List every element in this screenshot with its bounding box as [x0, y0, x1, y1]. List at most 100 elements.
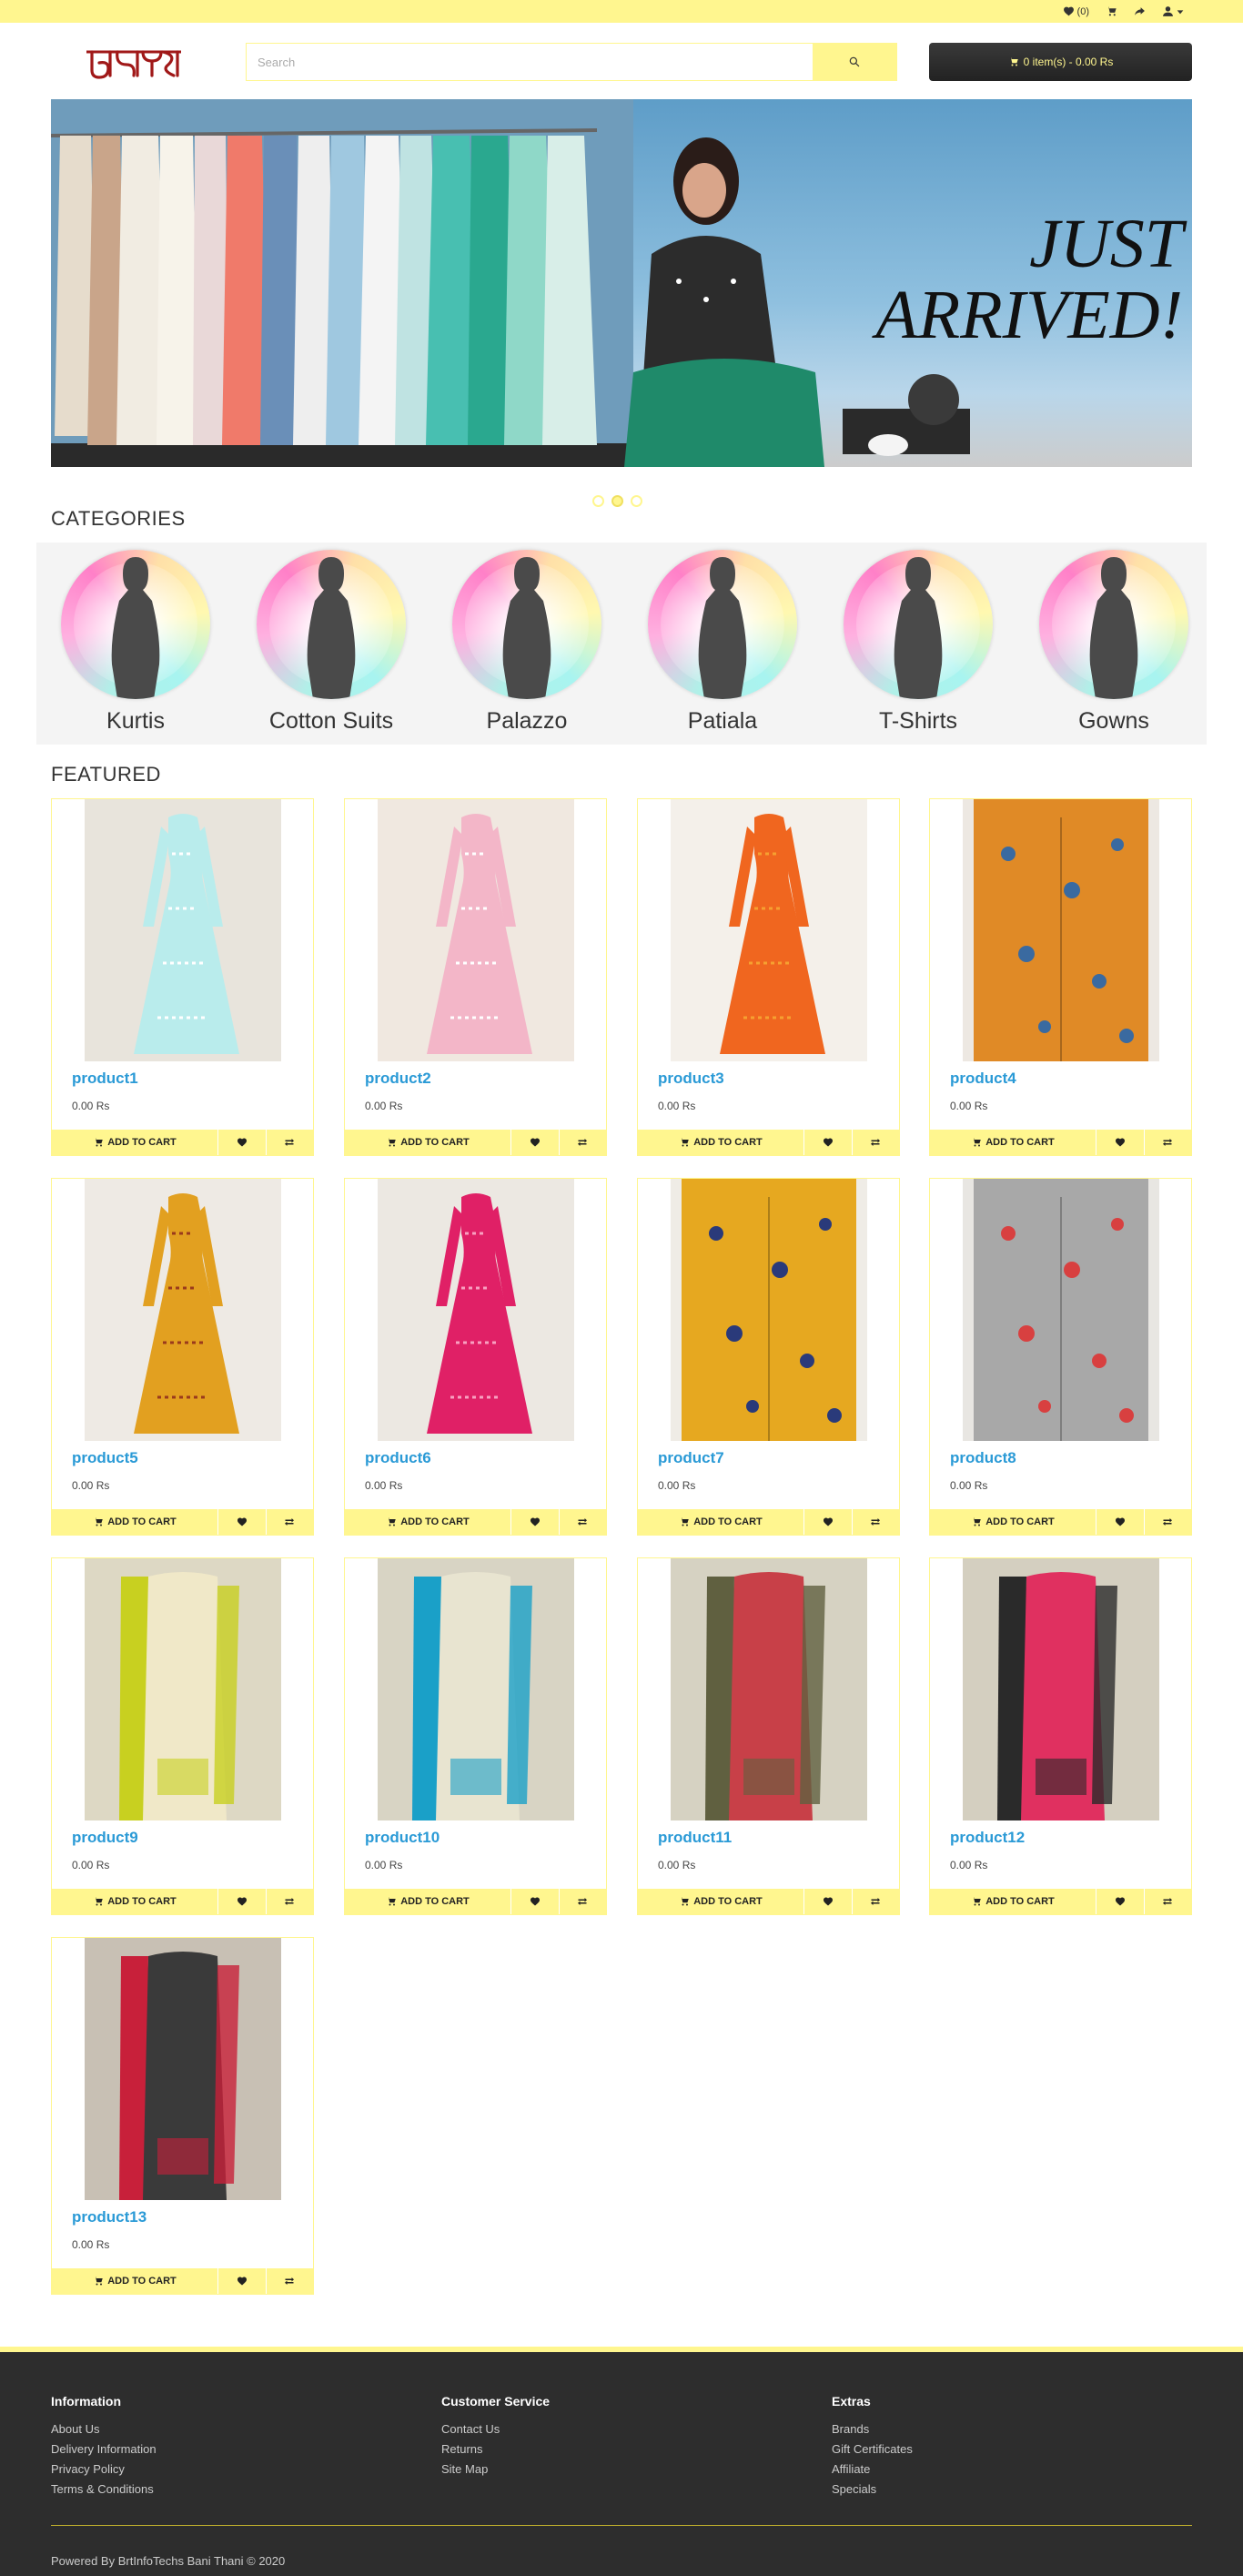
- compare-button[interactable]: [852, 1130, 899, 1155]
- footer-link-contact-us[interactable]: Contact Us: [441, 2419, 550, 2439]
- bani-thani-logo[interactable]: [83, 43, 185, 83]
- product-name-link[interactable]: product4: [950, 1070, 1016, 1088]
- wishlist-link[interactable]: (0): [1063, 5, 1089, 17]
- search-button[interactable]: [813, 44, 896, 80]
- footer-link-delivery-information[interactable]: Delivery Information: [51, 2439, 157, 2459]
- add-to-cart-button[interactable]: ADD TO CART: [52, 1509, 217, 1535]
- add-to-wishlist-button[interactable]: [804, 1889, 852, 1914]
- product-image-link[interactable]: [377, 1179, 574, 1441]
- product-name-link[interactable]: product9: [72, 1829, 138, 1847]
- product-name-link[interactable]: product8: [950, 1449, 1016, 1467]
- compare-button[interactable]: [266, 1509, 313, 1535]
- product-name-link[interactable]: product11: [658, 1829, 732, 1847]
- carousel-dot-2[interactable]: [611, 495, 623, 507]
- add-to-wishlist-button[interactable]: [218, 1889, 266, 1914]
- add-to-cart-button[interactable]: ADD TO CART: [638, 1889, 803, 1914]
- add-to-wishlist-button[interactable]: [1096, 1130, 1144, 1155]
- add-to-wishlist-button[interactable]: [1096, 1889, 1144, 1914]
- product-image-link[interactable]: [670, 799, 867, 1061]
- product-name-link[interactable]: product6: [365, 1449, 431, 1467]
- add-to-wishlist-button[interactable]: [1096, 1509, 1144, 1535]
- product-image-link[interactable]: [962, 1179, 1159, 1441]
- product-image-link[interactable]: [84, 799, 281, 1061]
- compare-button[interactable]: [266, 1889, 313, 1914]
- product-image-link[interactable]: [670, 1558, 867, 1820]
- add-to-wishlist-button[interactable]: [511, 1509, 559, 1535]
- add-to-cart-button[interactable]: ADD TO CART: [638, 1509, 803, 1535]
- compare-button[interactable]: [852, 1889, 899, 1914]
- add-to-cart-button[interactable]: ADD TO CART: [345, 1130, 510, 1155]
- product-image-link[interactable]: [670, 1179, 867, 1441]
- cart-summary-button[interactable]: 0 item(s) - 0.00 Rs: [929, 43, 1192, 81]
- add-to-wishlist-button[interactable]: [511, 1130, 559, 1155]
- footer-link-gift-certificates[interactable]: Gift Certificates: [832, 2439, 913, 2459]
- compare-button[interactable]: [1144, 1509, 1191, 1535]
- footer-information-column: Information About Us Delivery Informatio…: [51, 2394, 157, 2500]
- add-to-cart-button[interactable]: ADD TO CART: [930, 1889, 1096, 1914]
- product-name-link[interactable]: product13: [72, 2208, 147, 2226]
- add-to-wishlist-button[interactable]: [511, 1889, 559, 1914]
- product-image-link[interactable]: [84, 1179, 281, 1441]
- cart-link[interactable]: [1106, 5, 1117, 17]
- footer-link-about-us[interactable]: About Us: [51, 2419, 157, 2439]
- add-to-cart-button[interactable]: ADD TO CART: [930, 1130, 1096, 1155]
- add-to-wishlist-button[interactable]: [218, 1509, 266, 1535]
- footer-link-site-map[interactable]: Site Map: [441, 2459, 550, 2480]
- carousel-dot-1[interactable]: [592, 495, 604, 507]
- add-to-cart-button[interactable]: ADD TO CART: [345, 1889, 510, 1914]
- hero-banner-slide[interactable]: JUST ARRIVED!: [51, 99, 1192, 467]
- product-name-link[interactable]: product2: [365, 1070, 431, 1088]
- compare-button[interactable]: [559, 1509, 606, 1535]
- compare-button[interactable]: [1144, 1130, 1191, 1155]
- footer-link-returns[interactable]: Returns: [441, 2439, 550, 2459]
- powered-by-link[interactable]: BrtInfoTechs: [118, 2554, 184, 2568]
- add-to-cart-button[interactable]: ADD TO CART: [52, 1889, 217, 1914]
- account-dropdown[interactable]: [1162, 5, 1184, 17]
- category-label: Gowns: [1078, 708, 1149, 734]
- add-to-wishlist-button[interactable]: [804, 1130, 852, 1155]
- checkout-link[interactable]: [1134, 5, 1146, 17]
- add-to-cart-button[interactable]: ADD TO CART: [52, 1130, 217, 1155]
- category-gowns[interactable]: Gowns: [1036, 550, 1191, 735]
- product-name-link[interactable]: product7: [658, 1449, 724, 1467]
- compare-button[interactable]: [266, 2268, 313, 2294]
- product-image-link[interactable]: [84, 1938, 281, 2200]
- compare-button[interactable]: [1144, 1889, 1191, 1914]
- product-name-link[interactable]: product5: [72, 1449, 138, 1467]
- product-image-link[interactable]: [962, 799, 1159, 1061]
- search-input[interactable]: [247, 44, 813, 80]
- add-to-wishlist-button[interactable]: [218, 1130, 266, 1155]
- compare-button[interactable]: [559, 1889, 606, 1914]
- category-cotton-suits[interactable]: Cotton Suits: [254, 550, 409, 735]
- heart-icon: [1115, 1138, 1125, 1147]
- compare-button[interactable]: [266, 1130, 313, 1155]
- product-name-link[interactable]: product1: [72, 1070, 138, 1088]
- category-kurtis[interactable]: Kurtis: [58, 550, 213, 735]
- add-to-cart-button[interactable]: ADD TO CART: [345, 1509, 510, 1535]
- compare-button[interactable]: [559, 1130, 606, 1155]
- product-actions: ADD TO CART: [930, 1130, 1191, 1155]
- category-t-shirts[interactable]: T-Shirts: [841, 550, 995, 735]
- product-image-link[interactable]: [962, 1558, 1159, 1820]
- category-patiala[interactable]: Patiala: [645, 550, 800, 735]
- product-image-link[interactable]: [377, 799, 574, 1061]
- footer-link-affiliate[interactable]: Affiliate: [832, 2459, 913, 2480]
- add-to-cart-button[interactable]: ADD TO CART: [930, 1509, 1096, 1535]
- compare-arrows-icon: [871, 1139, 881, 1146]
- footer-link-brands[interactable]: Brands: [832, 2419, 913, 2439]
- add-to-cart-button[interactable]: ADD TO CART: [52, 2268, 217, 2294]
- product-name-link[interactable]: product12: [950, 1829, 1025, 1847]
- add-to-wishlist-button[interactable]: [218, 2268, 266, 2294]
- add-to-wishlist-button[interactable]: [804, 1509, 852, 1535]
- add-to-cart-button[interactable]: ADD TO CART: [638, 1130, 803, 1155]
- category-palazzo[interactable]: Palazzo: [450, 550, 604, 735]
- product-image-link[interactable]: [84, 1558, 281, 1820]
- footer-link-specials[interactable]: Specials: [832, 2480, 913, 2500]
- footer-link-privacy-policy[interactable]: Privacy Policy: [51, 2459, 157, 2480]
- product-name-link[interactable]: product3: [658, 1070, 724, 1088]
- product-name-link[interactable]: product10: [365, 1829, 440, 1847]
- carousel-dot-3[interactable]: [631, 495, 642, 507]
- product-image-link[interactable]: [377, 1558, 574, 1820]
- footer-link-terms-conditions[interactable]: Terms & Conditions: [51, 2480, 157, 2500]
- compare-button[interactable]: [852, 1509, 899, 1535]
